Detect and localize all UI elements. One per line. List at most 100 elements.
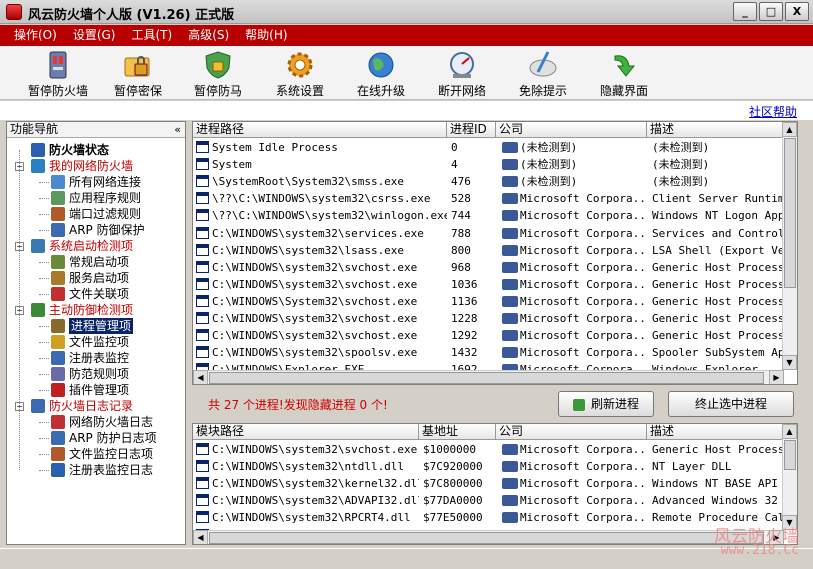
sidebar-item-label: 网络防火墙日志 [69,415,154,429]
sidebar-item-label: 主动防御检测项 [49,303,134,317]
menu-advanced[interactable]: 高级(S) [180,25,237,46]
process-vertical-scrollbar[interactable]: ▲ ▼ [782,122,797,370]
refresh-processes-button[interactable]: 刷新进程 [558,391,654,417]
table-cell: Microsoft Corpora... [520,443,647,456]
table-row[interactable]: C:\WINDOWS\system32\svchost.exe 1292 Micro… [193,327,797,344]
column-description[interactable]: 描述 [647,122,784,138]
column-base-address[interactable]: 基地址 [419,424,496,440]
system-settings-button[interactable]: 系统设置 [260,50,340,98]
tree-connector [39,374,49,375]
table-row[interactable]: C:\WINDOWS\system32\spoolsv.exe 1432 Micro… [193,344,797,361]
menu-tools[interactable]: 工具(T) [123,25,180,46]
sidebar-item-label: 常规启动项 [69,255,130,269]
scroll-thumb[interactable] [784,440,796,470]
table-cell: $77E50000 [423,511,483,525]
maximize-button[interactable]: □ [759,2,783,21]
tree-connector [39,454,49,455]
nav-item-icon [51,383,65,397]
table-cell: 1036 [451,277,478,291]
module-horizontal-scrollbar[interactable]: ◀ ▶ [193,530,784,544]
table-row[interactable]: \??\C:\WINDOWS\system32\csrss.exe 528 Micr… [193,190,797,207]
refresh-icon [572,398,585,411]
module-vertical-scrollbar[interactable]: ▲ ▼ [782,424,797,530]
scroll-left-arrow[interactable]: ◀ [193,370,208,384]
function-navigation-panel: 功能导航 « 防火墙状态 我的网络防火墙 − 所有网络连接 应用程序规则 端口过滤规则 AR… [6,121,186,545]
column-process-id[interactable]: 进程ID [447,122,496,138]
nav-item-icon [51,351,65,365]
tree-connector [39,182,49,183]
process-window-icon [196,312,209,324]
gauge-icon [445,50,479,80]
table-cell: 800 [451,243,471,257]
nav-item-icon [31,303,45,317]
table-row[interactable]: C:\WINDOWS\system32\svchost.exe 1036 Micro… [193,276,797,293]
scroll-thumb[interactable] [209,532,764,544]
table-cell: 0 [451,141,458,154]
table-row[interactable]: C:\WINDOWS\system32\svchost.exe 968 Micros… [193,259,797,276]
scroll-down-arrow[interactable]: ▼ [782,355,797,370]
table-row[interactable]: \??\C:\WINDOWS\system32\winlogon.exe 744 M… [193,207,797,224]
table-row[interactable]: System 4 (未检测到) (未检测到) [193,156,797,173]
minimize-button[interactable]: _ [733,2,757,21]
suppress-alerts-button[interactable]: 免除提示 [503,50,583,98]
table-row[interactable]: C:\WINDOWS\System32\svchost.exe 1136 Micro… [193,293,797,310]
column-company[interactable]: 公司 [496,122,647,138]
scroll-left-arrow[interactable]: ◀ [193,530,208,544]
disconnect-network-button[interactable]: 断开网络 [422,50,502,98]
company-icon [502,193,518,205]
table-cell: Microsoft Corpora... [520,511,647,525]
table-cell: Microsoft Corpora... [520,460,647,474]
process-action-bar: 共 27 个进程!发现隐藏进程 0 个! 刷新进程 终止选中进程 [192,386,798,422]
community-help-link[interactable]: 社区帮助 [749,103,797,120]
pause-password-protect-button[interactable]: 暂停密保 [98,50,178,98]
nav-item-icon [51,175,65,189]
collapse-sidebar-button[interactable]: « [174,122,181,137]
pause-firewall-button[interactable]: 暂停防火墙 [18,50,98,98]
company-icon [502,176,518,188]
table-row[interactable]: C:\WINDOWS\system32\services.exe 788 Micro… [193,225,797,242]
table-cell: $7C920000 [423,460,483,474]
table-cell: Generic Host Process f... [652,329,784,343]
hide-interface-button[interactable]: 隐藏界面 [584,50,664,98]
table-cell: 1228 [451,312,478,325]
nav-item-icon [51,191,65,205]
scroll-right-arrow[interactable]: ▶ [769,370,784,384]
scroll-thumb[interactable] [784,138,796,288]
table-row[interactable]: C:\WINDOWS\system32\RPCRT4.dll $77E50000 M… [193,509,797,526]
table-row[interactable]: \SystemRoot\System32\smss.exe 476 (未检测到) (未… [193,173,797,190]
menu-help[interactable]: 帮助(H) [237,25,295,46]
sidebar-item-label: 服务启动项 [69,271,130,285]
table-cell: Microsoft Corpora... [520,346,647,360]
company-icon [502,227,518,239]
menu-operate[interactable]: 操作(O) [6,25,65,46]
table-row[interactable]: C:\WINDOWS\system32\svchost.exe 1228 Micro… [193,310,797,327]
pause-trojan-protect-button[interactable]: 暂停防马 [178,50,258,98]
process-horizontal-scrollbar[interactable]: ◀ ▶ [193,370,784,384]
scroll-thumb[interactable] [209,372,764,384]
scroll-up-arrow[interactable]: ▲ [782,122,797,137]
table-row[interactable]: System Idle Process 0 (未检测到) (未检测到) [193,139,797,156]
table-row[interactable]: C:\WINDOWS\system32\lsass.exe 800 Microsof… [193,242,797,259]
table-cell: $1000000 [423,443,476,456]
close-button[interactable]: X [785,2,809,21]
process-window-icon [196,494,209,507]
table-cell: C:\WINDOWS\System32\svchost.exe [212,294,418,308]
online-upgrade-button[interactable]: 在线升级 [341,50,421,98]
app-icon [6,4,22,20]
scroll-up-arrow[interactable]: ▲ [782,424,797,439]
terminate-selected-process-button[interactable]: 终止选中进程 [668,391,794,417]
table-cell: C:\WINDOWS\system32\ntdll.dll [212,460,405,474]
table-row[interactable]: C:\WINDOWS\system32\ntdll.dll $7C920000 Mi… [193,458,797,475]
process-window-icon [196,175,209,188]
table-cell: 1136 [451,294,478,308]
process-window-icon [196,460,209,473]
column-process-path[interactable]: 进程路径 [193,122,447,138]
menu-settings[interactable]: 设置(G) [65,25,124,46]
column-description[interactable]: 描述 [647,424,784,440]
table-row[interactable]: C:\WINDOWS\system32\svchost.exe $1000000 M… [193,441,797,458]
table-row[interactable]: C:\WINDOWS\system32\kernel32.dll $7C80000… [193,475,797,492]
column-module-path[interactable]: 模块路径 [193,424,419,440]
column-company[interactable]: 公司 [496,424,647,440]
table-row[interactable]: C:\WINDOWS\system32\ADVAPI32.dll $77DA000… [193,492,797,509]
nav-item-icon [51,447,65,461]
